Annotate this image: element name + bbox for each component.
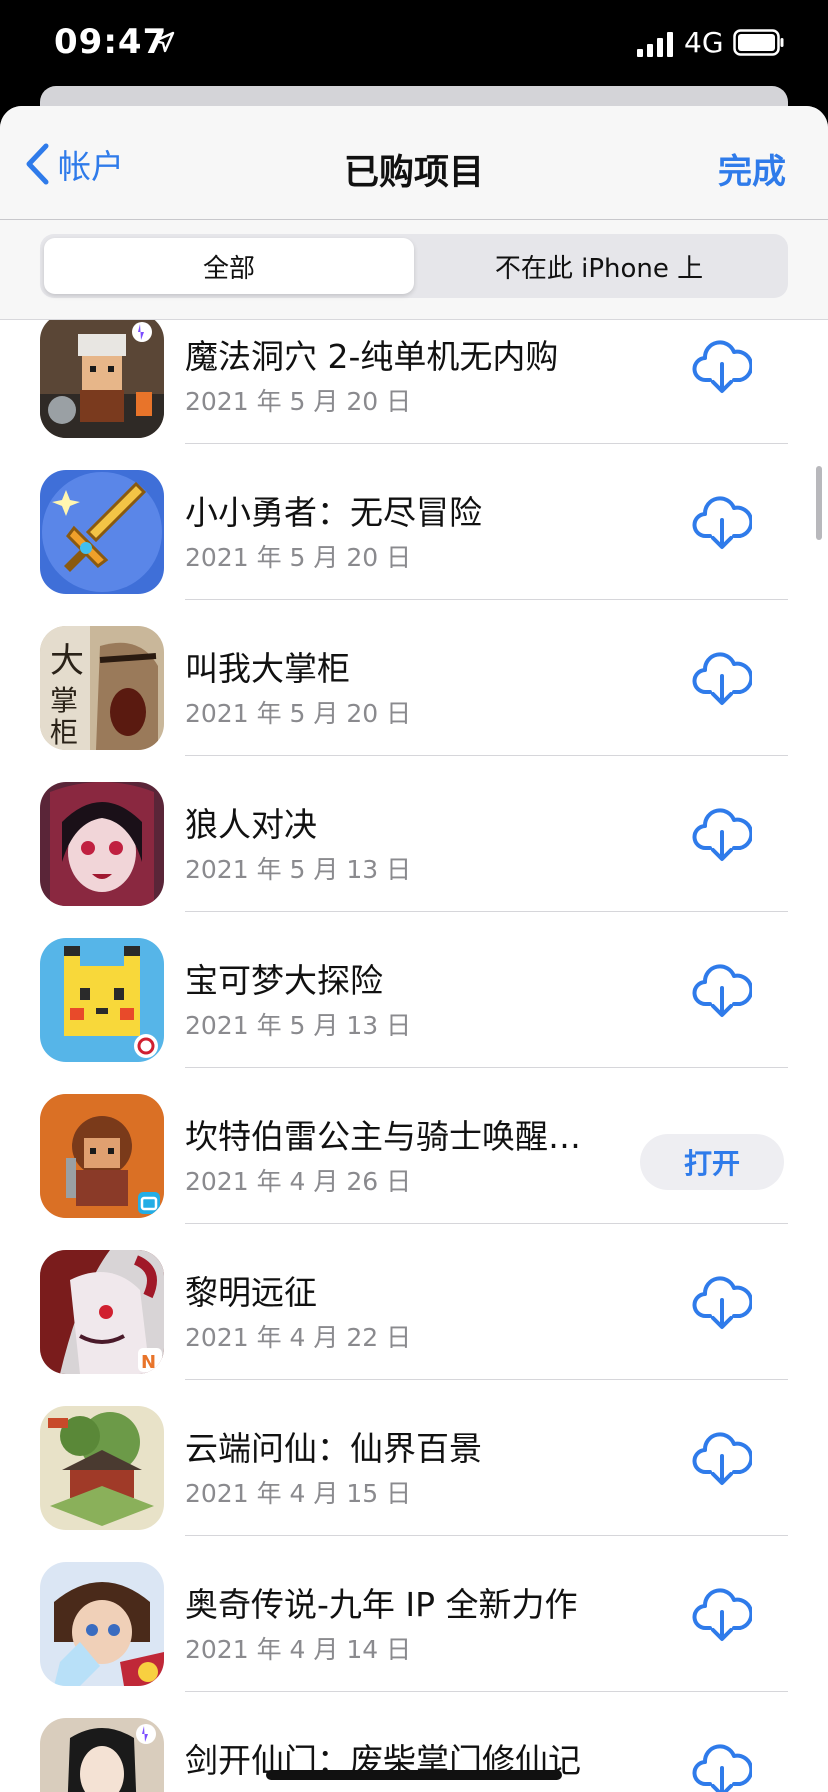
cloud-download-icon[interactable] xyxy=(692,1276,754,1332)
app-name: 魔法洞穴 2-纯单机无内购 xyxy=(185,337,559,376)
cellular-signal-icon xyxy=(637,32,673,57)
scroll-indicator[interactable] xyxy=(816,466,822,540)
cloud-immortal-icon xyxy=(40,1406,164,1530)
dawn-expedition-icon: N xyxy=(40,1250,164,1374)
pokemon-quest-icon xyxy=(40,938,164,1062)
cloud-download-icon[interactable] xyxy=(692,496,754,552)
werewolf-duel-icon xyxy=(40,782,164,906)
segment-area: 全部 不在此 iPhone 上 xyxy=(0,220,828,320)
list-item[interactable]: 宝可梦大探险 2021 年 5 月 13 日 xyxy=(0,908,828,1068)
cloud-download-icon[interactable] xyxy=(692,964,754,1020)
battery-icon xyxy=(733,29,784,56)
navigation-bar: 帐户 已购项目 完成 xyxy=(0,106,828,220)
sword-gate-icon xyxy=(40,1718,164,1792)
segment-all[interactable]: 全部 xyxy=(44,238,414,294)
shopkeeper-icon: 大掌柜 xyxy=(40,626,164,750)
purchase-date: 2021 年 5 月 20 日 xyxy=(185,543,412,572)
network-type-label: 4G xyxy=(684,26,724,59)
purchase-date: 2021 年 4 月 15 日 xyxy=(185,1479,412,1508)
list-item[interactable]: 魔法洞穴 2-纯单机无内购 2021 年 5 月 20 日 xyxy=(0,320,828,444)
segment-not-on-iphone[interactable]: 不在此 iPhone 上 xyxy=(414,238,784,294)
app-name: 狼人对决 xyxy=(185,805,317,844)
done-button[interactable]: 完成 xyxy=(718,144,786,193)
app-name: 云端问仙：仙界百景 xyxy=(185,1429,482,1468)
aoqi-legend-icon xyxy=(40,1562,164,1686)
open-button[interactable]: 打开 xyxy=(640,1134,784,1190)
little-hero-sword-icon xyxy=(40,470,164,594)
status-bar: 09:47 4G xyxy=(0,0,828,88)
page-title: 已购项目 xyxy=(343,153,484,193)
cloud-download-icon[interactable] xyxy=(692,808,754,864)
purchase-date: 2021 年 5 月 13 日 xyxy=(185,1011,412,1040)
app-name: 黎明远征 xyxy=(185,1273,317,1312)
purchase-date: 2021 年 5 月 13 日 xyxy=(185,855,412,884)
app-name: 叫我大掌柜 xyxy=(185,649,350,688)
list-item[interactable]: 狼人对决 2021 年 5 月 13 日 xyxy=(0,752,828,912)
list-item[interactable]: 奥奇传说-九年 IP 全新力作 2021 年 4 月 14 日 xyxy=(0,1532,828,1692)
app-name: 宝可梦大探险 xyxy=(185,961,383,1000)
svg-text:大: 大 xyxy=(50,641,84,681)
app-name: 坎特伯雷公主与骑士唤醒… xyxy=(185,1117,581,1156)
purchased-list: 魔法洞穴 2-纯单机无内购 2021 年 5 月 20 日小小勇者：无尽冒险 202… xyxy=(0,320,828,1792)
list-item[interactable]: 云端问仙：仙界百景 2021 年 4 月 15 日 xyxy=(0,1376,828,1536)
cloud-download-icon[interactable] xyxy=(692,1432,754,1488)
magic-cave-icon xyxy=(40,320,164,438)
purchase-date: 2021 年 4 月 22 日 xyxy=(185,1323,412,1352)
app-name: 小小勇者：无尽冒险 xyxy=(185,493,482,532)
purchase-date: 2021 年 5 月 20 日 xyxy=(185,387,412,416)
list-item[interactable]: 坎特伯雷公主与骑士唤醒… 2021 年 4 月 26 日 打开 xyxy=(0,1064,828,1224)
purchased-list-inner: 魔法洞穴 2-纯单机无内购 2021 年 5 月 20 日小小勇者：无尽冒险 202… xyxy=(0,320,828,1792)
canterbury-princess-icon xyxy=(40,1094,164,1218)
svg-text:柜: 柜 xyxy=(50,716,78,749)
cloud-download-icon[interactable] xyxy=(692,652,754,708)
purchase-date: 2021 年 4 月 26 日 xyxy=(185,1167,412,1196)
home-indicator xyxy=(266,1770,562,1780)
status-time: 09:47 xyxy=(54,22,168,62)
segmented-control: 全部 不在此 iPhone 上 xyxy=(40,234,788,298)
list-item[interactable]: N 黎明远征 2021 年 4 月 22 日 xyxy=(0,1220,828,1380)
cloud-download-icon[interactable] xyxy=(692,1588,754,1644)
app-name: 奥奇传说-九年 IP 全新力作 xyxy=(185,1585,578,1624)
purchase-date: 2021 年 5 月 20 日 xyxy=(185,699,412,728)
purchase-date: 2021 年 4 月 14 日 xyxy=(185,1635,412,1664)
list-item[interactable]: 小小勇者：无尽冒险 2021 年 5 月 20 日 xyxy=(0,440,828,600)
location-arrow-icon xyxy=(153,31,175,53)
cloud-download-icon[interactable] xyxy=(692,340,754,396)
svg-text:掌: 掌 xyxy=(50,684,78,717)
list-item[interactable]: 大掌柜叫我大掌柜 2021 年 5 月 20 日 xyxy=(0,596,828,756)
cloud-download-icon[interactable] xyxy=(692,1744,754,1792)
svg-text:N: N xyxy=(141,1352,156,1373)
purchased-sheet: 帐户 已购项目 完成 全部 不在此 iPhone 上 魔法洞穴 2-纯单机无内购… xyxy=(0,106,828,1792)
